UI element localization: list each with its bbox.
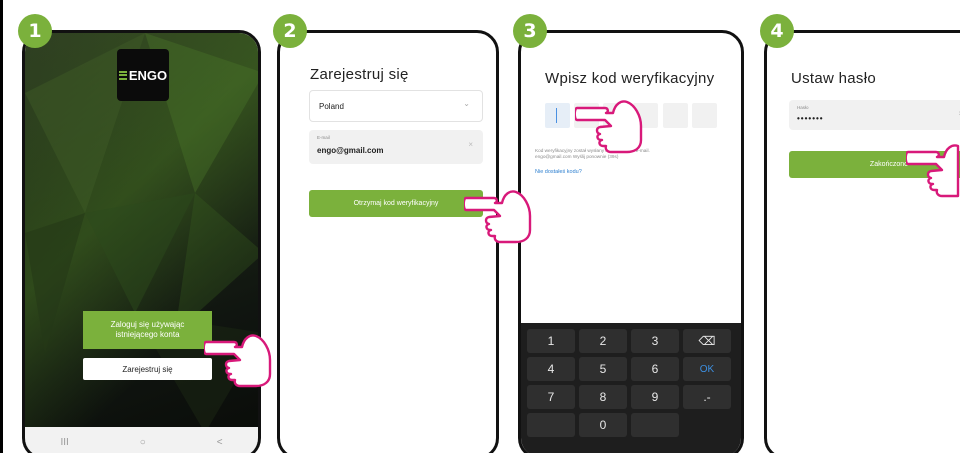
pointing-hand-icon xyxy=(906,144,960,198)
password-value: ••••••• xyxy=(797,114,824,123)
get-code-button[interactable]: Otrzymaj kod weryfikacyjny xyxy=(309,190,483,217)
engo-logo: ENGO xyxy=(117,49,169,101)
page-border xyxy=(0,0,3,453)
logo-mark-icon xyxy=(118,70,127,80)
key-3[interactable]: 3 xyxy=(631,329,679,353)
login-existing-button[interactable]: Zaloguj się używając istniejącego konta xyxy=(83,311,212,349)
chevron-down-icon: ⌄ xyxy=(463,99,470,108)
key-dot-dash[interactable]: .- xyxy=(683,385,731,409)
key-1[interactable]: 1 xyxy=(527,329,575,353)
phone-screen-set-password: Ustaw hasło Hasło ••••••• × ⌣ Zakończono xyxy=(764,30,960,453)
phone-screen-verify: Wpisz kod weryfikacyjny Kod weryfikacyjn… xyxy=(518,30,744,453)
step-badge-1: 1 xyxy=(18,14,52,48)
key-8[interactable]: 8 xyxy=(579,385,627,409)
ok-key[interactable]: OK xyxy=(683,357,731,381)
email-label: E-mail xyxy=(317,135,330,140)
step-badge-3: 3 xyxy=(513,14,547,48)
home-icon[interactable]: ○ xyxy=(140,437,146,448)
logo-text: ENGO xyxy=(128,67,168,83)
step-badge-2: 2 xyxy=(273,14,307,48)
code-digit-1[interactable] xyxy=(545,103,570,128)
verify-title: Wpisz kod weryfikacyjny xyxy=(545,70,715,87)
password-field[interactable]: Hasło ••••••• × ⌣ xyxy=(789,100,960,130)
pointing-hand-icon xyxy=(464,190,532,244)
country-select[interactable]: Poland ⌄ xyxy=(309,90,483,122)
clear-icon[interactable]: × xyxy=(468,140,473,149)
pointing-hand-icon xyxy=(575,100,643,154)
key-4[interactable]: 4 xyxy=(527,357,575,381)
key-blank-left xyxy=(527,413,575,437)
back-icon[interactable]: < xyxy=(217,437,223,448)
pointing-hand-icon xyxy=(204,334,272,388)
register-title: Zarejestruj się xyxy=(310,66,409,83)
backspace-key[interactable]: ⌫ xyxy=(683,329,731,353)
email-value: engo@gmail.com xyxy=(317,146,384,155)
key-0[interactable]: 0 xyxy=(579,413,627,437)
key-2[interactable]: 2 xyxy=(579,329,627,353)
set-password-title: Ustaw hasło xyxy=(791,70,877,87)
key-6[interactable]: 6 xyxy=(631,357,679,381)
code-digit-6[interactable] xyxy=(692,103,717,128)
numeric-keypad: 1 2 3 ⌫ 4 5 6 OK 7 8 9 .- 0 xyxy=(521,323,741,453)
key-9[interactable]: 9 xyxy=(631,385,679,409)
key-5[interactable]: 5 xyxy=(579,357,627,381)
email-field[interactable]: E-mail engo@gmail.com × xyxy=(309,130,483,164)
android-nav-bar: III ○ < xyxy=(25,427,258,453)
welcome-background: ENGO Zaloguj się używając istniejącego k… xyxy=(25,33,258,453)
code-digit-5[interactable] xyxy=(663,103,688,128)
key-7[interactable]: 7 xyxy=(527,385,575,409)
country-value: Poland xyxy=(319,102,344,111)
password-label: Hasło xyxy=(797,105,809,110)
backspace-icon: ⌫ xyxy=(698,334,716,348)
key-blank-right xyxy=(631,413,679,437)
no-code-link[interactable]: Nie dostałeś kodu? xyxy=(535,169,582,175)
step-badge-4: 4 xyxy=(760,14,794,48)
register-button[interactable]: Zarejestruj się xyxy=(83,358,212,380)
recent-apps-icon[interactable]: III xyxy=(60,437,68,448)
